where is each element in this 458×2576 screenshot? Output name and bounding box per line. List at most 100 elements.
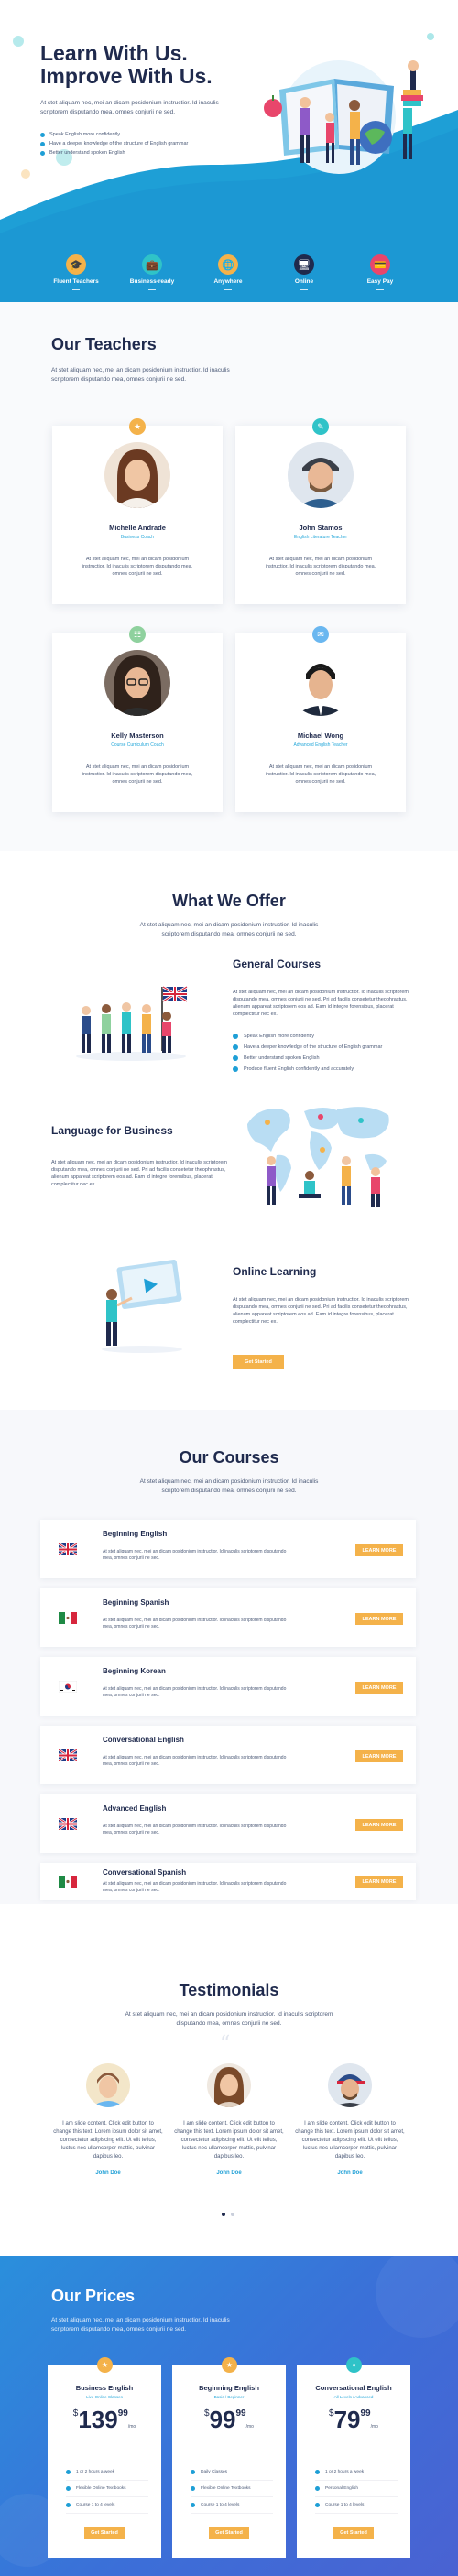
testimonial-card: I am slide content. Click edit button to…: [174, 2063, 284, 2176]
plan-price: $9999/mo: [172, 2406, 286, 2434]
testimonials-section: Testimonials At stet aliquam nec, mei an…: [0, 1904, 458, 2256]
carousel-dot-active[interactable]: [222, 2213, 225, 2216]
plan-name: Business English: [75, 2384, 134, 2392]
course-row: Conversational Spanish At stet aliquam n…: [40, 1863, 416, 1900]
plan-feature-text: 1 or 2 hours a week: [76, 2470, 115, 2474]
teacher-photo: [104, 650, 170, 716]
teacher-role: English Literature Teacher: [294, 535, 347, 540]
feature-fluent-teachers: 🎓 Fluent Teachers: [39, 254, 113, 290]
offer-check-text: Have a deeper knowledge of the structure…: [244, 1044, 383, 1050]
testimonials-description: At stet aliquam nec, mei an dicam posido…: [125, 2011, 333, 2027]
courses-description: At stet aliquam nec, mei an dicam posido…: [139, 1478, 319, 1494]
course-row: Conversational English At stet aliquam n…: [40, 1726, 416, 1784]
feature-label: Fluent Teachers: [53, 278, 99, 285]
teacher-name: Michelle Andrade: [109, 524, 166, 532]
teacher-name: Michael Wong: [297, 731, 344, 740]
teacher-card: ★ Michelle Andrade Business Coach At ste…: [52, 418, 223, 604]
teacher-card: ☷ Kelly Masterson Course Curriculum Coac…: [52, 626, 223, 812]
course-row: Beginning Korean At stet aliquam nec, me…: [40, 1657, 416, 1716]
carousel-dot[interactable]: [231, 2213, 234, 2216]
hero-check-item: Have a deeper knowledge of the structure…: [40, 139, 188, 148]
quote-icon: “: [220, 2032, 231, 2055]
feature-label: Online: [294, 278, 314, 285]
price-currency: $: [204, 2408, 210, 2419]
check-icon: [66, 2470, 71, 2474]
globe-icon: 🌐: [218, 254, 238, 275]
world-map-illustration: [247, 1107, 389, 1207]
plan-name: Conversational English: [315, 2384, 392, 2392]
plan-feature-text: Course 1 to 4 levels: [325, 2503, 365, 2507]
hero-illustration: [264, 60, 423, 174]
learn-more-button[interactable]: LEARN MORE: [355, 1682, 403, 1694]
price-card: ★ Beginning English Basic / Beginner $99…: [172, 2357, 286, 2558]
check-icon: [66, 2486, 71, 2491]
feature-easy-pay: 💳 Easy Pay: [344, 254, 417, 290]
plan-feature-text: Course 1 to 4 levels: [76, 2503, 115, 2507]
feature-divider: [72, 289, 80, 290]
price-cents: 99: [117, 2408, 128, 2419]
plan-get-started-button[interactable]: Get Started: [84, 2527, 125, 2539]
plan-feature-text: Flexible Online Textbooks: [76, 2486, 126, 2491]
check-icon: [315, 2486, 320, 2491]
feature-label: Anywhere: [213, 278, 243, 285]
plan-get-started-button[interactable]: Get Started: [209, 2527, 249, 2539]
plan-feature-text: Course 1 to 4 levels: [201, 2503, 240, 2507]
plan-label: Live Online Classes: [86, 2395, 123, 2399]
plan-feature: 1 or 2 hours a week: [66, 2464, 148, 2481]
offer-title: What We Offer: [172, 892, 286, 910]
plan-label: Basic / Beginner: [213, 2395, 245, 2399]
carousel-dots: [222, 2213, 234, 2216]
avatar: [86, 2063, 130, 2107]
star-icon: ★: [97, 2357, 113, 2373]
online-learning-illustration: [102, 1260, 182, 1353]
feature-divider: [224, 289, 232, 290]
diamond-icon: ♦: [346, 2357, 362, 2373]
check-icon: [233, 1044, 238, 1050]
feature-label: Business-ready: [129, 278, 175, 285]
online-learning-title: Online Learning: [233, 1265, 317, 1278]
teacher-role: Course Curriculum Coach: [111, 742, 164, 748]
plan-feature-text: Personal English: [325, 2486, 358, 2491]
course-row: Advanced English At stet aliquam nec, me…: [40, 1794, 416, 1853]
check-icon: [315, 2470, 320, 2474]
check-icon: [315, 2503, 320, 2507]
learn-more-button[interactable]: LEARN MORE: [355, 1876, 403, 1888]
plan-features: 1 or 2 hours a week Personal English Cou…: [315, 2464, 398, 2514]
uk-flag-icon: [59, 1749, 77, 1761]
card-icon: 💳: [370, 254, 390, 275]
offer-check-text: Speak English more confidently: [244, 1034, 315, 1039]
pencil-icon: ✎: [312, 418, 329, 435]
offer-check-item: Have a deeper knowledge of the structure…: [233, 1042, 382, 1053]
plan-feature: Course 1 to 4 levels: [315, 2497, 398, 2514]
plan-get-started-button[interactable]: Get Started: [333, 2527, 374, 2539]
plan-name: Beginning English: [199, 2384, 259, 2392]
offer-check-item: Better understand spoken English: [233, 1053, 382, 1064]
mexico-flag-icon: [59, 1612, 77, 1624]
testimonial-card: I am slide content. Click edit button to…: [295, 2063, 405, 2176]
testimonial-name: John Doe: [216, 2170, 242, 2176]
plan-label: All Levels / Advanced: [333, 2395, 374, 2399]
teachers-title: Our Teachers: [51, 335, 157, 353]
get-started-button[interactable]: Get Started: [233, 1355, 284, 1369]
price-amount: 99: [209, 2406, 236, 2433]
offer-description: At stet aliquam nec, mei an dicam posido…: [139, 922, 319, 937]
hero-check-text: Better understand spoken English: [49, 150, 125, 156]
learn-more-button[interactable]: LEARN MORE: [355, 1613, 403, 1625]
course-description: At stet aliquam nec, mei an dicam posido…: [103, 1755, 287, 1767]
general-courses-title: General Courses: [233, 958, 322, 970]
plan-features: 1 or 2 hours a week Flexible Online Text…: [66, 2464, 148, 2514]
offer-section: What We Offer At stet aliquam nec, mei a…: [0, 851, 458, 1410]
course-title: Conversational English: [103, 1736, 184, 1744]
offer-check-item: Speak English more confidently: [233, 1031, 382, 1042]
general-courses-illustration: [76, 985, 188, 1061]
learn-more-button[interactable]: LEARN MORE: [355, 1544, 403, 1556]
price-period: /mo: [245, 2424, 254, 2430]
hero-features: 🎓 Fluent Teachers 💼 Business-ready 🌐 Any…: [0, 254, 458, 290]
teachers-description: At stet aliquam nec, mei an dicam posido…: [51, 367, 230, 383]
price-card: ★ Business English Live Online Classes $…: [48, 2357, 161, 2558]
learn-more-button[interactable]: LEARN MORE: [355, 1819, 403, 1831]
plan-feature: Personal English: [315, 2481, 398, 2497]
graduation-cap-icon: 🎓: [66, 254, 86, 275]
course-title: Beginning Spanish: [103, 1598, 169, 1607]
learn-more-button[interactable]: LEARN MORE: [355, 1750, 403, 1762]
